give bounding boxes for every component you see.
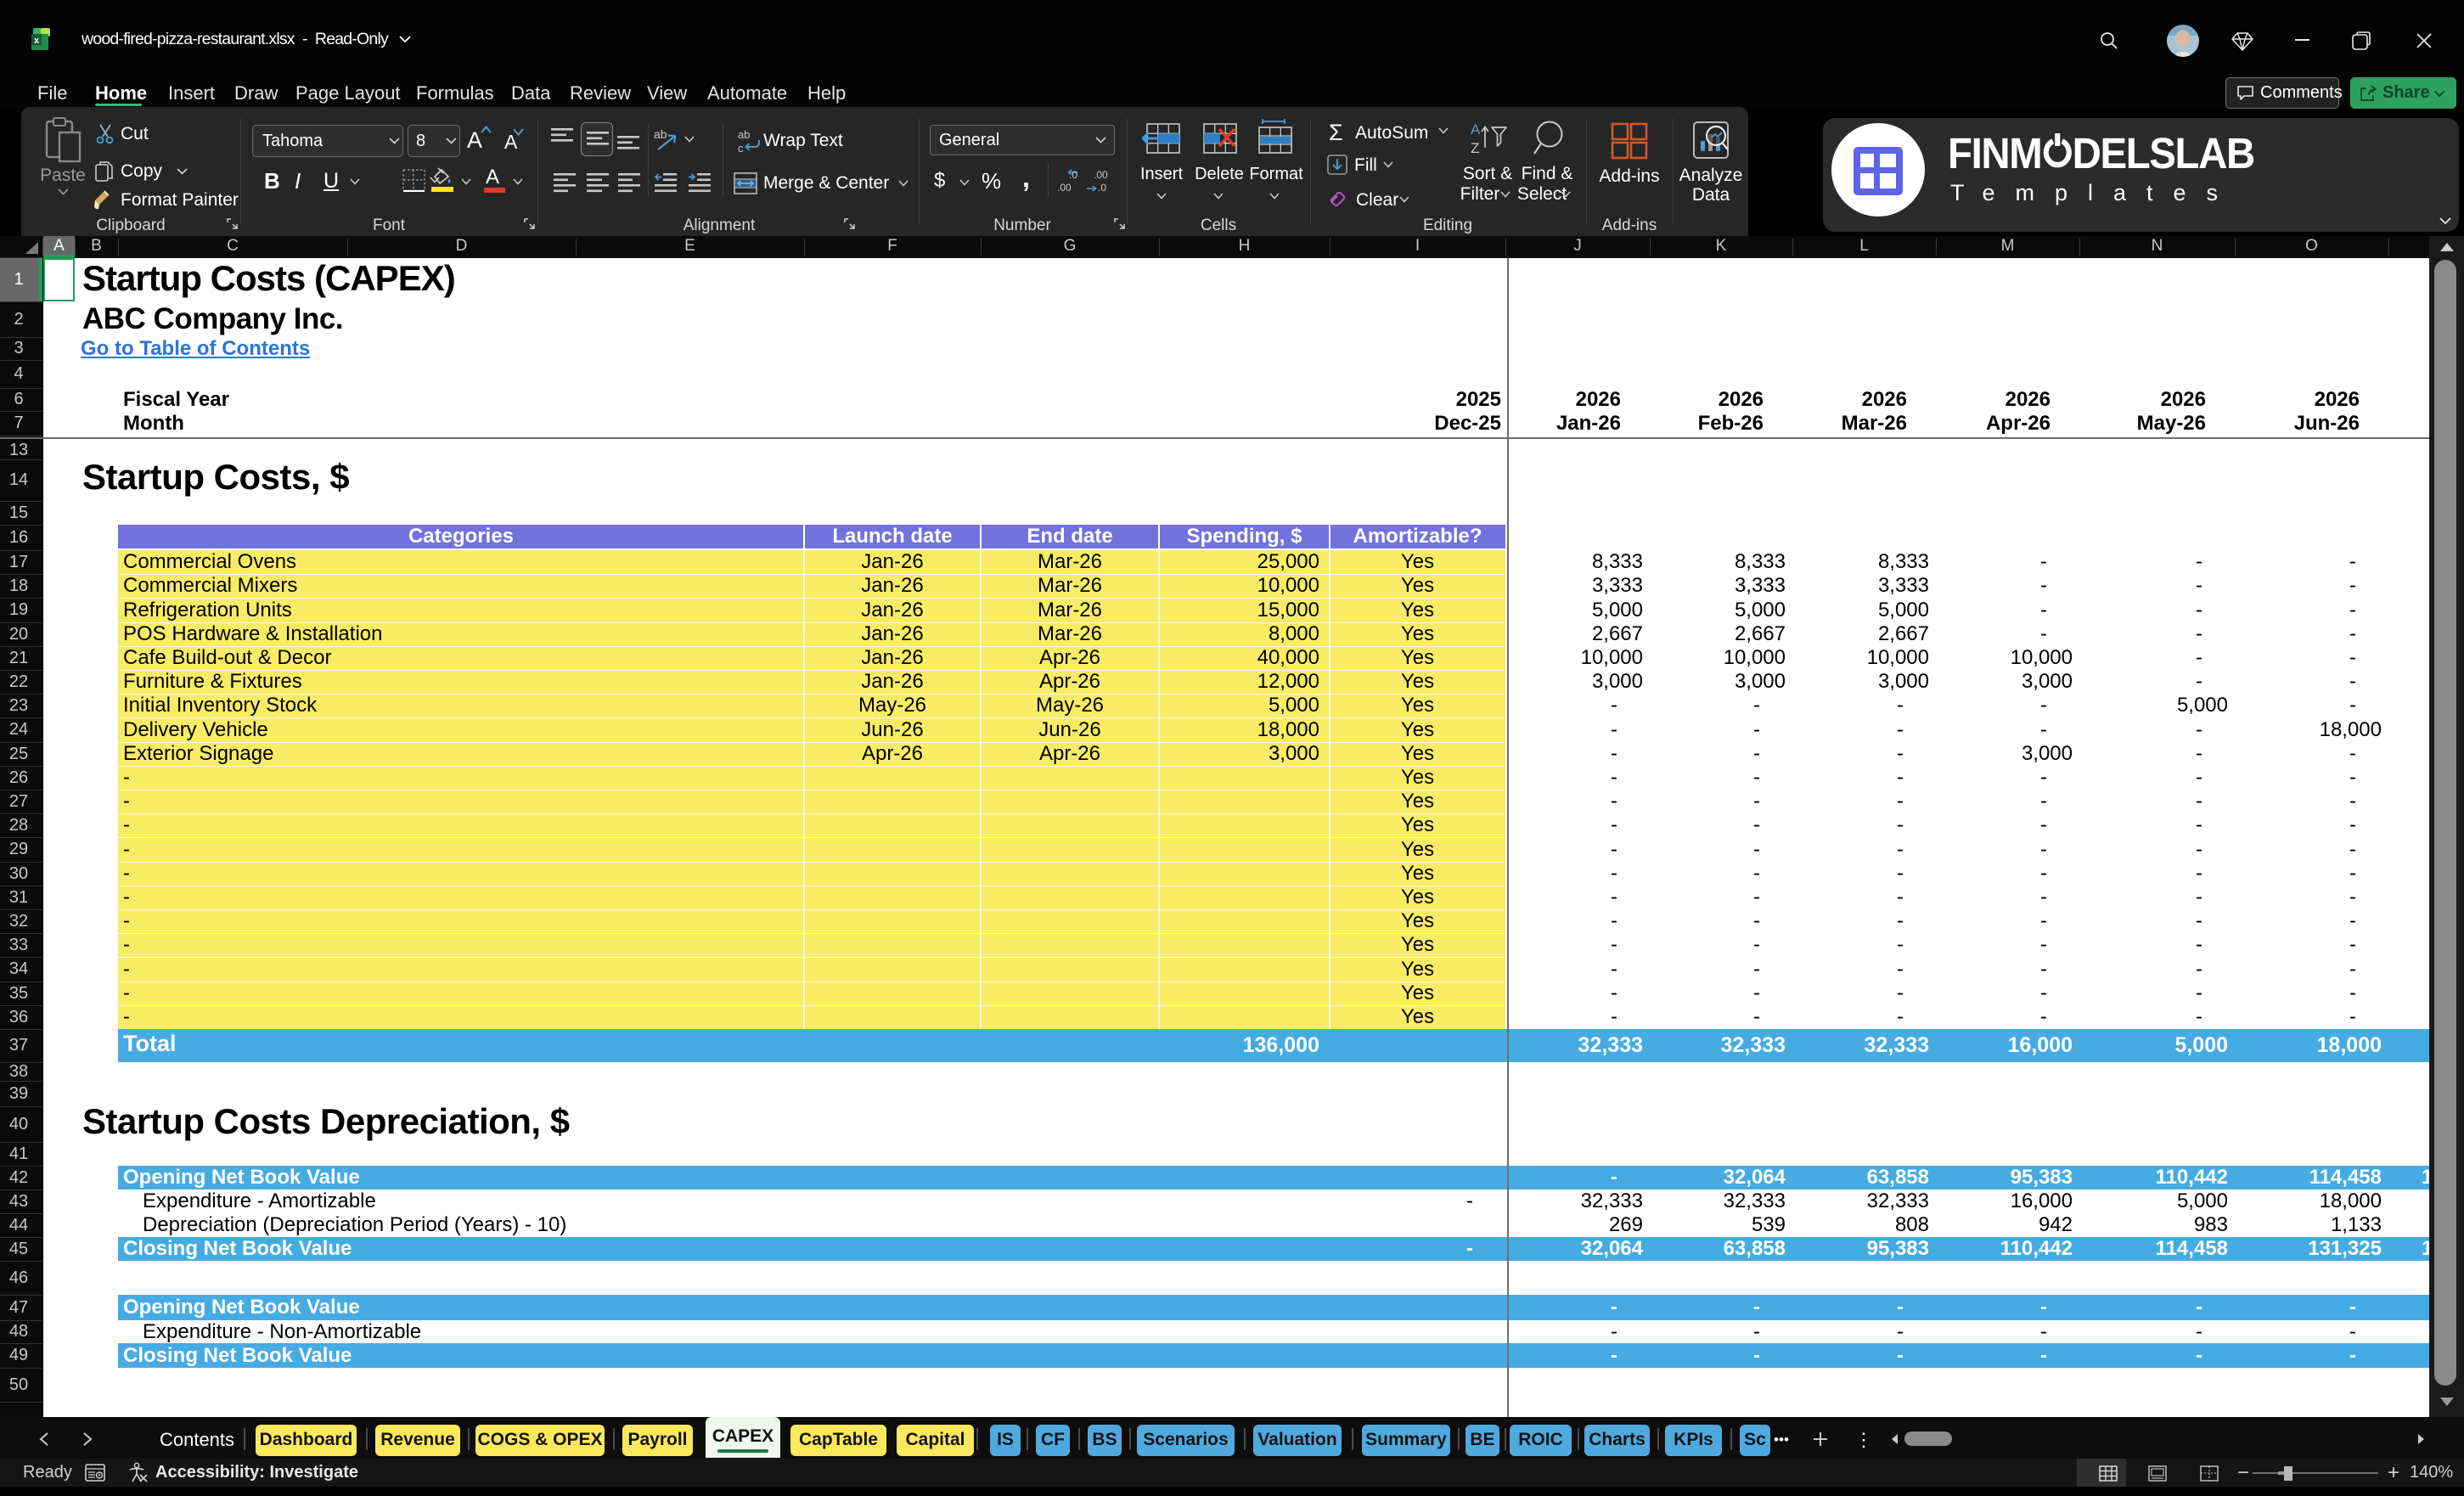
svg-text:A: A	[1471, 121, 1481, 138]
svg-text:.0: .0	[1098, 182, 1106, 194]
svg-text:ab: ab	[654, 127, 667, 141]
svg-text:c: c	[738, 142, 744, 153]
svg-text:.00: .00	[1057, 182, 1072, 194]
svg-text:ab: ab	[738, 129, 750, 141]
svg-text:.00: .00	[1094, 169, 1108, 181]
svg-text:Z: Z	[1471, 140, 1479, 156]
svg-text:x: x	[34, 36, 40, 46]
svg-text:.0: .0	[1069, 169, 1077, 181]
